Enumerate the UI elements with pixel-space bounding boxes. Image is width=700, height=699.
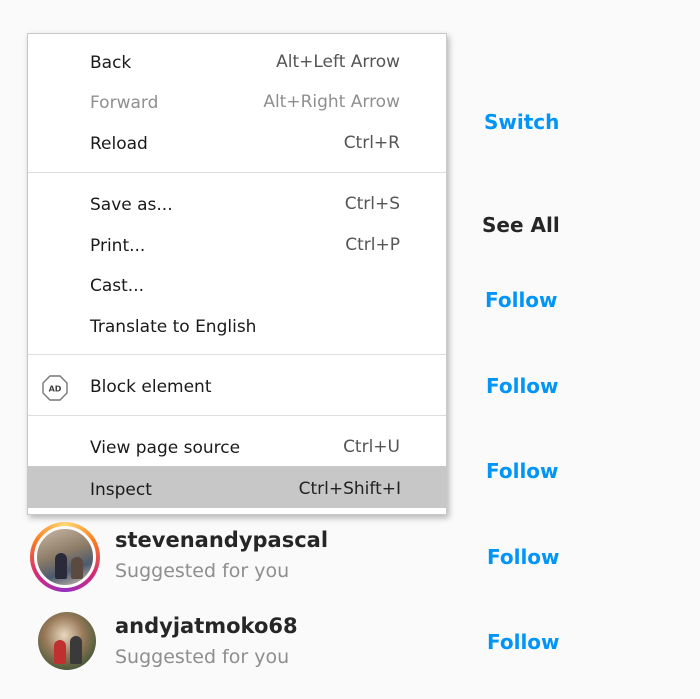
menu-item-label: Block element — [90, 377, 212, 397]
menu-item-shortcut: Alt+Left Arrow — [276, 52, 400, 72]
avatar[interactable] — [38, 612, 96, 670]
menu-item-reload[interactable]: Reload Ctrl+R — [28, 125, 446, 165]
switch-account-link[interactable]: Switch — [484, 110, 559, 134]
menu-separator — [28, 172, 446, 173]
menu-item-label: View page source — [90, 438, 241, 458]
menu-item-label: Cast... — [90, 276, 145, 296]
browser-context-menu: Back Alt+Left Arrow Forward Alt+Right Ar… — [27, 33, 447, 515]
menu-item-save-as[interactable]: Save as... Ctrl+S — [28, 186, 446, 226]
suggestion-username[interactable]: andyjatmoko68 — [115, 614, 298, 638]
menu-item-label: Print... — [90, 236, 146, 256]
suggestion-subtitle: Suggested for you — [115, 646, 290, 668]
suggestion-username[interactable]: stevenandypascal — [115, 528, 328, 552]
avatar — [34, 526, 96, 588]
menu-item-label: Inspect — [90, 480, 152, 500]
suggestion-item: andyjatmoko68 Suggested for you — [30, 608, 670, 684]
menu-item-forward[interactable]: Forward Alt+Right Arrow — [28, 84, 446, 124]
menu-item-shortcut: Ctrl+Shift+I — [298, 479, 401, 499]
menu-item-label: Translate to English — [90, 317, 257, 337]
instagram-page: Switch See All Follow Follow Follow Foll… — [0, 0, 700, 699]
menu-item-back[interactable]: Back Alt+Left Arrow — [28, 44, 446, 84]
menu-item-shortcut: Alt+Right Arrow — [263, 92, 400, 112]
menu-item-cast[interactable]: Cast... — [28, 267, 446, 307]
adblock-icon: AD — [42, 375, 68, 401]
menu-item-view-source[interactable]: View page source Ctrl+U — [28, 429, 446, 469]
menu-item-shortcut: Ctrl+R — [343, 133, 400, 153]
menu-item-shortcut: Ctrl+P — [345, 235, 400, 255]
svg-text:AD: AD — [49, 385, 62, 394]
menu-item-print[interactable]: Print... Ctrl+P — [28, 227, 446, 267]
follow-button[interactable]: Follow — [485, 288, 558, 312]
menu-separator — [28, 415, 446, 416]
menu-item-label: Forward — [90, 93, 159, 113]
menu-item-shortcut: Ctrl+S — [344, 194, 400, 214]
menu-item-shortcut: Ctrl+U — [343, 437, 400, 457]
menu-item-inspect[interactable]: Inspect Ctrl+Shift+I — [28, 466, 446, 508]
see-all-link[interactable]: See All — [482, 213, 560, 237]
suggestion-subtitle: Suggested for you — [115, 560, 290, 582]
menu-item-label: Reload — [90, 134, 148, 154]
suggestion-item: stevenandypascal Suggested for you — [30, 522, 670, 598]
menu-separator — [28, 354, 446, 355]
follow-button[interactable]: Follow — [486, 374, 559, 398]
avatar-story-ring[interactable] — [30, 522, 100, 592]
menu-item-label: Save as... — [90, 195, 173, 215]
menu-item-label: Back — [90, 53, 132, 73]
menu-item-translate[interactable]: Translate to English — [28, 308, 446, 348]
follow-button[interactable]: Follow — [486, 459, 559, 483]
menu-item-block-element[interactable]: AD Block element — [28, 368, 446, 408]
